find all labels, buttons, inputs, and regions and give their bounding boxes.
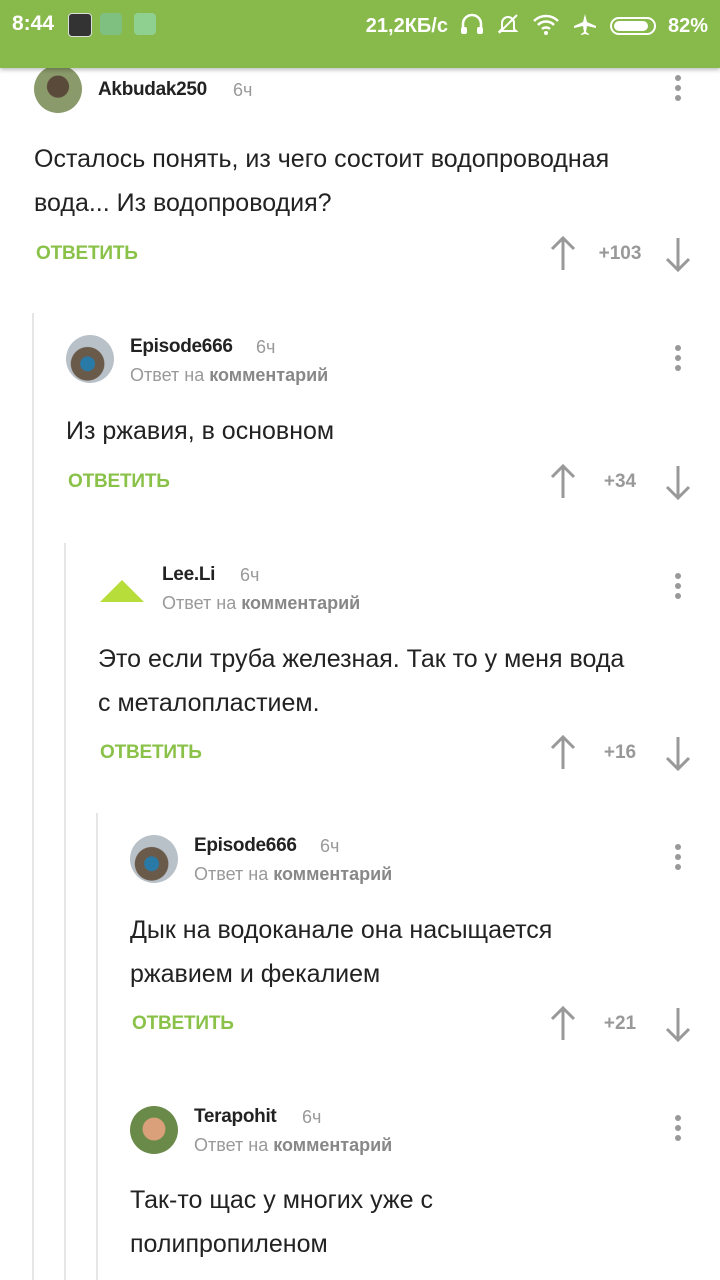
more-options-icon[interactable] bbox=[668, 343, 688, 377]
reply-button[interactable]: ОТВЕТИТЬ bbox=[36, 243, 138, 265]
reply-to-link[interactable]: комментарий bbox=[209, 365, 328, 385]
comment-text: Дык на водоканале она насыщается ржавием… bbox=[130, 916, 553, 988]
comment-author[interactable]: Terapohit bbox=[194, 1106, 277, 1128]
more-options-icon[interactable] bbox=[668, 571, 688, 605]
thread-line bbox=[32, 313, 34, 1280]
comment-author[interactable]: Episode666 bbox=[130, 336, 233, 358]
comment-rating: +34 bbox=[603, 471, 637, 492]
comment-time: 6ч bbox=[240, 565, 260, 585]
app-icon bbox=[100, 13, 122, 35]
comment-author[interactable]: Episode666 bbox=[194, 835, 297, 857]
status-time: 8:44 bbox=[12, 12, 55, 35]
reply-to-link[interactable]: комментарий bbox=[241, 593, 360, 613]
comment-rating: +16 bbox=[603, 742, 637, 763]
default-avatar-icon[interactable] bbox=[98, 572, 146, 620]
more-options-icon[interactable] bbox=[668, 1113, 688, 1147]
downvote-icon[interactable] bbox=[664, 236, 692, 272]
upvote-icon[interactable] bbox=[549, 464, 577, 500]
upvote-icon[interactable] bbox=[549, 1006, 577, 1042]
upvote-icon[interactable] bbox=[549, 735, 577, 771]
comment-text: Так-то щас у многих уже с полипропиленом bbox=[130, 1186, 433, 1258]
status-right: 21,2КБ/с 82% bbox=[366, 12, 708, 40]
battery-percent: 82% bbox=[667, 14, 708, 37]
app-icon bbox=[68, 13, 92, 37]
more-options-icon[interactable] bbox=[668, 842, 688, 876]
thread-line bbox=[64, 543, 66, 1280]
comment-author[interactable]: Akbudak250 bbox=[98, 79, 207, 101]
battery-icon bbox=[609, 17, 656, 35]
downvote-icon[interactable] bbox=[664, 464, 692, 500]
net-speed: 21,2КБ/с bbox=[365, 14, 448, 37]
app-icon bbox=[134, 13, 156, 35]
comment-rating: +21 bbox=[603, 1013, 637, 1034]
airplane-icon bbox=[572, 12, 598, 40]
downvote-icon[interactable] bbox=[664, 1006, 692, 1042]
comment-text: Это если труба железная. Так то у меня в… bbox=[98, 645, 625, 717]
reply-button[interactable]: ОТВЕТИТЬ bbox=[132, 1013, 234, 1035]
thread-line bbox=[96, 813, 98, 1280]
comment-text: Осталось понять, из чего состоит водопро… bbox=[34, 145, 610, 217]
reply-button[interactable]: ОТВЕТИТЬ bbox=[100, 742, 202, 764]
reply-to-label: Ответ на комментарий bbox=[130, 365, 329, 385]
reply-to-link[interactable]: комментарий bbox=[273, 1135, 392, 1155]
avatar[interactable] bbox=[66, 335, 114, 383]
more-options-icon[interactable] bbox=[668, 73, 688, 107]
status-bar: 8:44 21,2КБ/с 82% bbox=[0, 0, 720, 68]
comment-time: 6ч bbox=[320, 836, 340, 856]
reply-to-label: Ответ на комментарий bbox=[194, 864, 393, 884]
comment-time: 6ч bbox=[256, 337, 276, 357]
upvote-icon[interactable] bbox=[549, 236, 577, 272]
comment-time: 6ч bbox=[233, 80, 253, 100]
comment-rating: +103 bbox=[598, 243, 642, 264]
avatar[interactable] bbox=[130, 835, 178, 883]
downvote-icon[interactable] bbox=[664, 735, 692, 771]
comment-text: Из ржавия, в основном bbox=[66, 417, 335, 445]
mute-icon bbox=[496, 12, 520, 40]
avatar[interactable] bbox=[130, 1106, 178, 1154]
headphones-icon bbox=[460, 13, 484, 39]
wifi-icon bbox=[532, 13, 560, 39]
reply-to-label: Ответ на комментарий bbox=[162, 593, 361, 613]
avatar[interactable] bbox=[34, 65, 82, 113]
comment-author[interactable]: Lee.Li bbox=[162, 564, 215, 586]
comment-time: 6ч bbox=[302, 1107, 322, 1127]
reply-button[interactable]: ОТВЕТИТЬ bbox=[68, 471, 170, 493]
reply-to-label: Ответ на комментарий bbox=[194, 1135, 393, 1155]
reply-to-link[interactable]: комментарий bbox=[273, 864, 392, 884]
